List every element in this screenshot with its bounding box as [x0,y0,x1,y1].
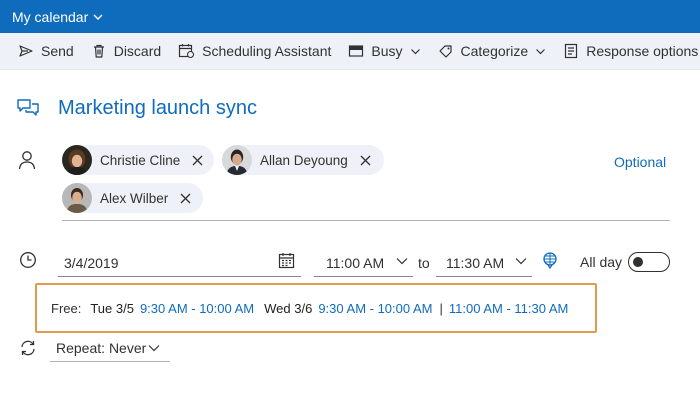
close-icon[interactable] [180,193,191,204]
date-field[interactable]: 3/4/2019 [64,255,119,271]
calendar-selector[interactable]: My calendar [0,0,700,33]
attendee-chip[interactable]: Allan Deyoung [222,145,384,175]
calendar-icon[interactable] [278,252,295,269]
discard-button[interactable]: Discard [91,43,161,59]
busy-dropdown[interactable]: Busy [348,43,420,59]
attendee-name: Allan Deyoung [260,152,348,168]
repeat-icon [19,339,37,357]
attendees-underline [62,220,670,221]
all-day-toggle[interactable] [628,252,670,272]
repeat-dropdown[interactable]: Repeat: Never [56,340,146,356]
scheduling-icon [179,44,195,59]
room-icon[interactable] [541,251,559,269]
clock-icon [19,251,37,269]
free-separator: | [439,300,443,316]
free-day: Wed 3/6 [264,300,313,316]
send-label: Send [41,43,74,59]
free-label: Free: [51,300,82,316]
repeat-underline [50,361,170,362]
busy-label: Busy [371,43,403,59]
trash-icon [93,44,104,58]
optional-attendees-link[interactable]: Optional [614,154,666,170]
all-day-label: All day [580,254,623,270]
person-icon [18,150,36,170]
discard-label: Discard [113,43,162,59]
send-icon [19,45,33,57]
scheduling-assistant-button[interactable]: Scheduling Assistant [178,43,331,59]
event-title-input[interactable]: Marketing launch sync [58,97,257,120]
repeat-value: Never [108,340,147,356]
repeat-label: Repeat: [56,340,106,356]
chevron-down-icon[interactable] [396,255,408,267]
attendee-name: Christie Cline [100,152,181,168]
free-slot-link[interactable]: 9:30 AM - 10:00 AM [140,301,254,316]
chat-icon [16,98,40,120]
categorize-dropdown[interactable]: Categorize [438,43,547,59]
start-time-underline [314,276,413,277]
chevron-down-icon [410,48,420,54]
chevron-down-icon [536,48,546,54]
close-icon[interactable] [192,155,203,166]
attendee-chip[interactable]: Alex Wilber [62,183,203,213]
chevron-down-icon[interactable] [515,255,527,267]
end-time-underline [436,276,532,277]
command-toolbar: Send Discard Scheduling Assistant Busy C… [0,33,700,70]
free-slot-link[interactable]: 11:00 AM - 11:30 AM [449,301,568,316]
start-time-field[interactable]: 11:00 AM [326,255,384,271]
free-times-box: Free: Tue 3/5 9:30 AM - 10:00 AM Wed 3/6… [35,283,597,333]
end-time-field[interactable]: 11:30 AM [446,255,504,271]
busy-icon [349,45,364,57]
free-day: Tue 3/5 [90,300,134,316]
send-button[interactable]: Send [18,43,74,59]
close-icon[interactable] [360,155,371,166]
attendee-chip[interactable]: Christie Cline [62,145,214,175]
date-underline [58,276,301,277]
tag-icon [438,45,452,58]
response-label: Response options [586,43,699,59]
avatar [222,145,252,175]
scheduling-label: Scheduling Assistant [202,43,332,59]
calendar-title: My calendar [12,8,89,25]
chevron-down-icon [92,11,104,23]
response-options-dropdown[interactable]: Response options [563,43,700,59]
toggle-knob [633,256,643,267]
avatar [62,183,92,213]
attendee-name: Alex Wilber [100,190,169,206]
avatar [62,145,92,175]
chevron-down-icon[interactable] [148,342,160,354]
categorize-label: Categorize [460,43,529,59]
to-label: to [418,255,430,271]
response-icon [565,43,578,59]
free-slot-link[interactable]: 9:30 AM - 10:00 AM [318,301,432,316]
